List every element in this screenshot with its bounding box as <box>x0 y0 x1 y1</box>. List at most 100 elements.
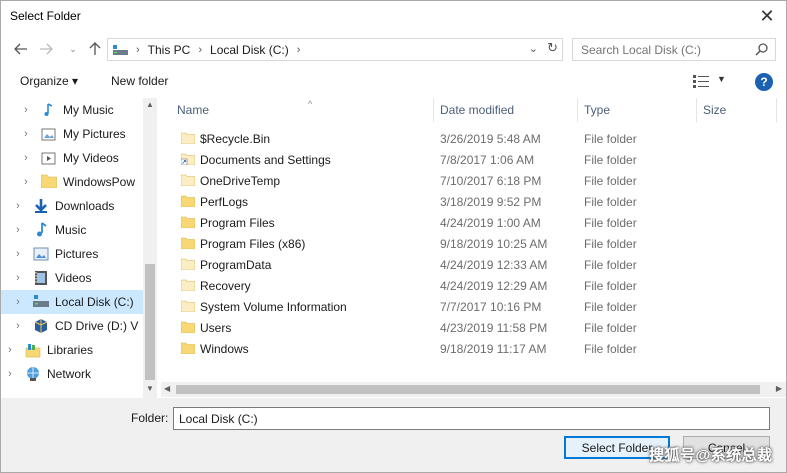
address-dropdown-icon[interactable]: ⌄ <box>529 42 538 55</box>
file-name: $Recycle.Bin <box>200 132 271 146</box>
pictures-icon <box>33 246 49 262</box>
folder-icon <box>180 300 196 315</box>
dialog-footer: Folder: Select Folder Cancel 搜狐号@系统总裁 <box>1 398 786 472</box>
address-bar[interactable]: › This PC › Local Disk (C:) › ⌄ ↻ <box>107 38 563 61</box>
expand-chevron-icon[interactable]: › <box>13 320 23 332</box>
column-header-type[interactable]: Type <box>578 98 697 122</box>
breadcrumb-separator[interactable]: › <box>297 44 301 56</box>
libraries-icon <box>25 342 41 358</box>
folder-icon <box>180 279 196 294</box>
tree-item[interactable]: › CD Drive (D:) V <box>1 314 143 338</box>
column-header-name[interactable]: ^ Name <box>171 98 434 122</box>
file-date-modified: 4/24/2019 1:00 AM <box>440 216 541 230</box>
search-input[interactable] <box>573 39 743 60</box>
horizontal-scroll-thumb[interactable] <box>176 385 760 394</box>
expand-chevron-icon[interactable]: › <box>21 176 31 188</box>
new-folder-button[interactable]: New folder <box>111 74 168 88</box>
folder-icon <box>180 132 196 147</box>
expand-chevron-icon[interactable]: › <box>5 344 15 356</box>
refresh-icon[interactable]: ↻ <box>547 40 558 56</box>
file-row[interactable]: Documents and Settings 7/8/2017 1:06 AM Fi… <box>161 150 781 171</box>
sort-ascending-icon: ^ <box>308 99 313 109</box>
tree-item[interactable]: › Libraries <box>1 338 143 362</box>
expand-chevron-icon[interactable]: › <box>13 224 23 236</box>
nav-scroll-thumb[interactable] <box>145 264 155 380</box>
music-folder-icon <box>41 102 57 118</box>
scroll-right-icon[interactable]: ▶ <box>776 384 782 393</box>
expand-chevron-icon[interactable]: › <box>13 272 23 284</box>
file-row[interactable]: Recovery 4/24/2019 12:29 AM File folder <box>161 276 781 297</box>
scroll-left-icon[interactable]: ◀ <box>164 384 170 393</box>
scroll-up-icon[interactable]: ▲ <box>143 100 156 109</box>
file-row[interactable]: Windows 9/18/2019 11:17 AM File folder <box>161 339 781 360</box>
folder-icon <box>180 342 196 357</box>
file-row[interactable]: Program Files (x86) 9/18/2019 10:25 AM Fil… <box>161 234 781 255</box>
expand-chevron-icon[interactable]: › <box>13 248 23 260</box>
recent-locations-chevron-icon[interactable]: ⌄ <box>63 39 83 59</box>
close-icon[interactable]: ✕ <box>754 4 780 28</box>
expand-chevron-icon[interactable]: › <box>21 128 31 140</box>
file-type: File folder <box>584 153 637 167</box>
expand-chevron-icon[interactable]: › <box>21 152 31 164</box>
help-icon[interactable]: ? <box>755 73 773 91</box>
column-header-size[interactable]: Size <box>697 98 777 122</box>
file-row[interactable]: OneDriveTemp 7/10/2017 6:18 PM File folder <box>161 171 781 192</box>
file-name: Windows <box>200 342 249 356</box>
column-header-date[interactable]: Date modified <box>434 98 578 122</box>
tree-item-label: Videos <box>55 271 92 285</box>
tree-item-label: WindowsPow <box>63 175 136 189</box>
expand-chevron-icon[interactable]: › <box>21 104 31 116</box>
tree-item-label: Network <box>47 367 92 381</box>
expand-chevron-icon[interactable]: › <box>13 200 23 212</box>
view-options-icon[interactable] <box>693 75 709 88</box>
breadcrumb-local-disk[interactable]: Local Disk (C:) <box>210 43 289 57</box>
file-type: File folder <box>584 321 637 335</box>
tree-item-label: Downloads <box>55 199 115 213</box>
file-row[interactable]: System Volume Information 7/7/2017 10:16 … <box>161 297 781 318</box>
file-row[interactable]: Program Files 4/24/2019 1:00 AM File folde… <box>161 213 781 234</box>
file-list-horizontal-scrollbar[interactable]: ◀ ▶ <box>161 382 786 397</box>
column-header-date-label: Date modified <box>440 103 515 117</box>
tree-item-label: My Pictures <box>63 127 126 141</box>
back-arrow-icon[interactable] <box>11 39 31 59</box>
search-icon <box>755 43 768 56</box>
file-name: Users <box>200 321 232 335</box>
file-date-modified: 4/24/2019 12:29 AM <box>440 279 548 293</box>
tree-item[interactable]: › Videos <box>1 266 143 290</box>
tree-item[interactable]: › My Pictures <box>1 122 143 146</box>
breadcrumb-separator: › <box>136 43 140 56</box>
tree-item[interactable]: › Network <box>1 362 143 386</box>
file-row[interactable]: PerfLogs 3/18/2019 9:52 PM File folder <box>161 192 781 213</box>
file-date-modified: 9/18/2019 10:25 AM <box>440 237 548 251</box>
tree-item-label: Libraries <box>47 343 94 357</box>
expand-chevron-icon[interactable]: › <box>5 368 15 380</box>
tree-item[interactable]: › My Videos <box>1 146 143 170</box>
file-row[interactable]: Users 4/23/2019 11:58 PM File folder <box>161 318 781 339</box>
file-row[interactable]: ProgramData 4/24/2019 12:33 AM File folder <box>161 255 781 276</box>
file-date-modified: 3/26/2019 5:48 AM <box>440 132 541 146</box>
expand-chevron-icon[interactable]: › <box>13 296 23 308</box>
file-date-modified: 4/23/2019 11:58 PM <box>440 321 548 335</box>
organize-button[interactable]: Organize ▾ <box>20 74 78 88</box>
tree-item[interactable]: › My Music <box>1 98 143 122</box>
file-row[interactable]: $Recycle.Bin 3/26/2019 5:48 AM File folder <box>161 129 781 150</box>
scroll-down-icon[interactable]: ▼ <box>143 384 156 393</box>
view-dropdown-icon[interactable]: ▼ <box>717 74 726 84</box>
up-arrow-icon[interactable] <box>85 39 105 59</box>
tree-item[interactable]: › Local Disk (C:) <box>1 290 143 314</box>
tree-item[interactable]: › Music <box>1 218 143 242</box>
forward-arrow-icon[interactable] <box>36 39 56 59</box>
search-box[interactable] <box>572 38 776 61</box>
folder-icon <box>180 258 196 273</box>
videos-folder-icon <box>41 150 57 166</box>
nav-pane-scrollbar[interactable]: ▲ ▼ <box>143 98 156 398</box>
network-icon <box>25 366 41 382</box>
folder-input[interactable] <box>173 407 770 430</box>
breadcrumb-this-pc[interactable]: This PC <box>148 43 191 57</box>
local-disk-icon <box>33 294 49 310</box>
tree-item[interactable]: › Pictures <box>1 242 143 266</box>
file-type: File folder <box>584 174 637 188</box>
tree-item[interactable]: › WindowsPow <box>1 170 143 194</box>
file-name: Program Files <box>200 216 275 230</box>
tree-item[interactable]: › Downloads <box>1 194 143 218</box>
